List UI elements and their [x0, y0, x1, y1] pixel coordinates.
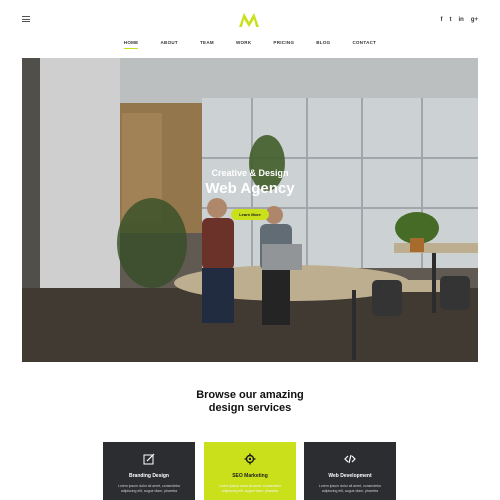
service-card-desc: Lorem ipsum dolor sit amet, consectetur …: [117, 484, 181, 493]
service-card-title: Web Development: [328, 473, 372, 479]
service-card-desc: Lorem ipsum dolor sit amet, consectetur …: [318, 484, 382, 493]
service-card-seo[interactable]: SEO Marketing Lorem ipsum dolor sit amet…: [204, 442, 296, 500]
nav-pricing[interactable]: PRICING: [273, 38, 294, 48]
services-heading: Browse our amazing design services: [0, 389, 500, 415]
code-icon: [344, 454, 356, 464]
service-card-title: Branding Design: [128, 473, 169, 479]
edit-icon: [143, 453, 155, 465]
menu-icon[interactable]: [22, 16, 30, 22]
hero-section: Creative & Design Web Agency Learn More: [22, 58, 478, 362]
main-nav: HOME ABOUT TEAM WORK PRICING BLOG CONTAC…: [0, 38, 500, 49]
service-card-title: SEO Marketing: [232, 473, 268, 479]
nav-home[interactable]: HOME: [123, 38, 139, 49]
nav-team[interactable]: TEAM: [200, 38, 214, 48]
gear-icon: [244, 453, 256, 465]
learn-more-button[interactable]: Learn More: [231, 209, 269, 220]
service-card-desc: Lorem ipsum dolor sit amet, consectetur …: [218, 484, 282, 493]
facebook-icon[interactable]: f: [440, 17, 442, 24]
services-heading-line2: design services: [208, 402, 292, 414]
service-card-branding[interactable]: Branding Design Lorem ipsum dolor sit am…: [103, 442, 195, 500]
twitter-icon[interactable]: t: [449, 17, 451, 24]
services-heading-line1: Browse our amazing: [196, 389, 304, 401]
service-card-webdev[interactable]: Web Development Lorem ipsum dolor sit am…: [304, 442, 396, 500]
social-links: f t in g+: [440, 17, 478, 24]
logo[interactable]: [239, 13, 259, 27]
nav-about[interactable]: ABOUT: [160, 38, 178, 48]
linkedin-icon[interactable]: in: [458, 17, 463, 24]
hero-title: Web Agency: [205, 180, 295, 197]
google-plus-icon[interactable]: g+: [471, 17, 478, 24]
nav-blog[interactable]: BLOG: [316, 38, 330, 48]
nav-contact[interactable]: CONTACT: [352, 38, 376, 48]
hero-subtitle: Creative & Design: [211, 168, 289, 178]
nav-work[interactable]: WORK: [236, 38, 251, 48]
